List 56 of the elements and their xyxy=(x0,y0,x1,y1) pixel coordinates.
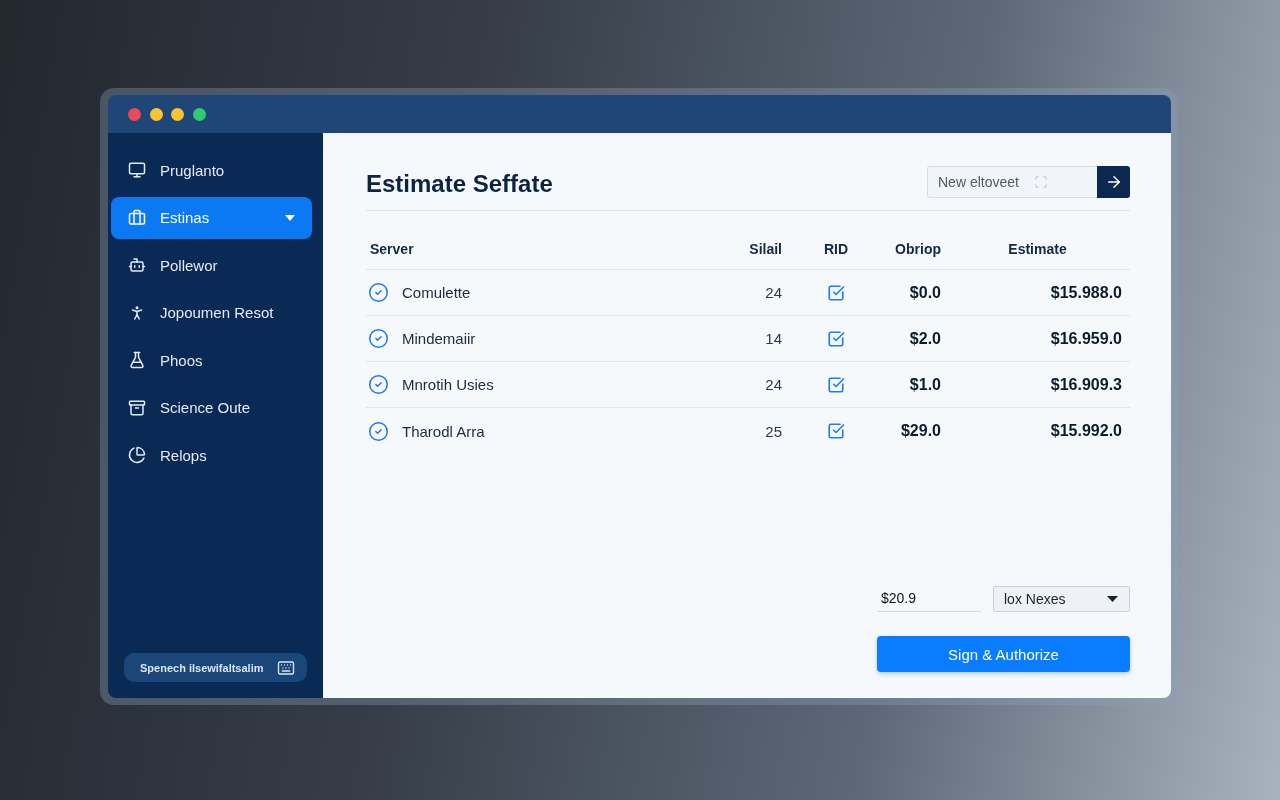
window-dot-icon[interactable] xyxy=(149,107,163,121)
amount-field[interactable]: $20.9 xyxy=(877,585,981,612)
table-cell-text: 25 xyxy=(764,422,783,440)
table-cell: Comulette xyxy=(402,284,471,301)
scan-icon xyxy=(1034,174,1048,189)
sidebar-item[interactable]: Estinas xyxy=(111,196,312,239)
table-cell: Tharodl Arra xyxy=(402,422,485,440)
table-cell: Mindemaiir xyxy=(402,330,476,347)
sidebar-item[interactable]: Jopoumen Resot xyxy=(111,291,312,334)
column-header: Estimate xyxy=(1007,240,1068,257)
checkbox-icon[interactable] xyxy=(827,375,845,394)
table-cell-text: 14 xyxy=(764,330,783,347)
checkbox-icon[interactable] xyxy=(827,283,845,302)
window-dot-icon[interactable] xyxy=(192,107,206,121)
table-cell-text: $16.909.3 xyxy=(1049,375,1123,394)
flask-icon xyxy=(128,351,146,369)
check-circle-icon xyxy=(368,374,389,395)
column-header: RID xyxy=(822,240,850,257)
check-circle-icon xyxy=(368,328,389,349)
page-title: Estimate Seffate xyxy=(366,169,553,198)
archive-icon xyxy=(128,398,146,417)
caret-icon xyxy=(1107,595,1118,602)
go-button[interactable] xyxy=(1097,165,1130,198)
sidebar-item[interactable]: Science Oute xyxy=(111,386,312,429)
table-cell-text: $15.988.0 xyxy=(1049,283,1123,302)
table-cell-text: $15.992.0 xyxy=(1049,422,1123,440)
sidebar-item[interactable]: Pollewor xyxy=(111,244,312,286)
table-cell-text: $0.0 xyxy=(908,283,942,302)
column-header: Silail xyxy=(748,240,783,257)
column-header: Server xyxy=(369,240,415,257)
table-cell-text: 24 xyxy=(764,376,783,393)
sidebar-item[interactable]: Relops xyxy=(111,434,312,476)
monitor-icon xyxy=(128,161,146,179)
check-circle-icon xyxy=(368,420,389,442)
table-cell: Mnrotih Usies xyxy=(402,376,494,393)
table-cell-text: $1.0 xyxy=(908,375,942,394)
dropdown[interactable]: lox Nexes xyxy=(993,585,1130,612)
window-dot-icon[interactable] xyxy=(128,107,141,121)
briefcase-icon xyxy=(128,208,146,227)
robot-icon xyxy=(128,256,146,274)
table-cell-text: 24 xyxy=(764,284,783,301)
keyboard-icon xyxy=(277,658,295,677)
table-cell-text: $2.0 xyxy=(908,329,942,348)
sidebar-item[interactable]: Pruglanto xyxy=(111,149,312,191)
column-header: Obriop xyxy=(894,240,942,257)
sidebar-footer-button[interactable]: Spenech ilsewifaltsalim xyxy=(124,653,307,682)
sidebar-item[interactable]: Phoos xyxy=(111,339,312,381)
sign-authorize-button[interactable]: Sign & Authorize xyxy=(877,636,1130,672)
search-field[interactable]: New eltoveet xyxy=(927,165,1097,198)
table-cell-text: $29.0 xyxy=(899,422,942,440)
table-cell-text: $16.959.0 xyxy=(1049,329,1123,348)
check-circle-icon xyxy=(368,282,389,303)
checkbox-icon[interactable] xyxy=(827,329,845,348)
pie-chart-icon xyxy=(128,446,146,464)
window-dot-icon[interactable] xyxy=(171,107,184,121)
checkbox-icon[interactable] xyxy=(827,422,845,440)
